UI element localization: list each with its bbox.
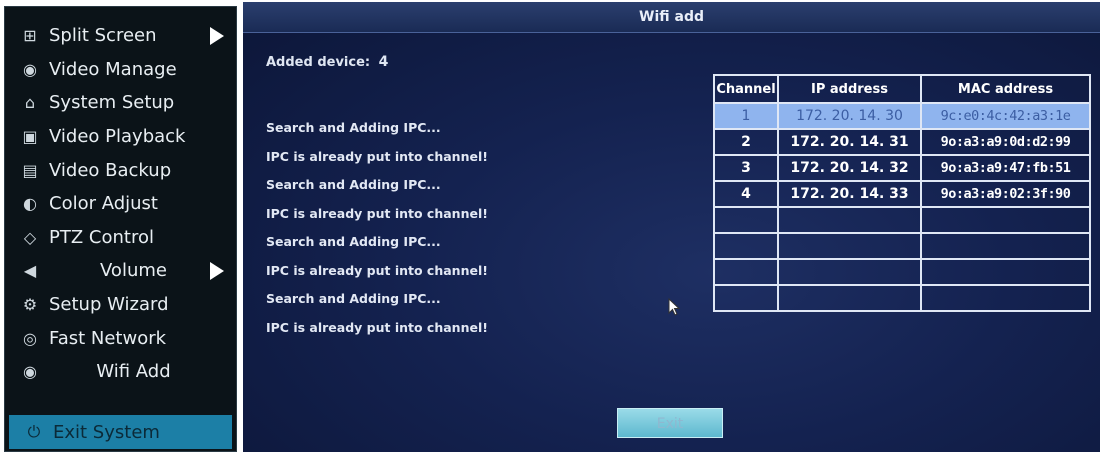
added-device-label: Added device: (266, 55, 371, 70)
table-row[interactable]: 3 172. 20. 14. 32 9o:a3:a9:47:fb:51 (713, 154, 1091, 182)
cell-ip: 172. 20. 14. 33 (777, 180, 922, 208)
menu-item-setup-wizard[interactable]: ⚙ Setup Wizard (5, 288, 236, 322)
grid-icon: ⊞ (23, 26, 37, 46)
cell-mac: 9o:a3:a9:47:fb:51 (920, 154, 1091, 182)
menu-item-exit-system[interactable]: ⏻ Exit System (9, 415, 232, 449)
column-header-ip: IP address (777, 74, 922, 104)
cell-mac (920, 232, 1091, 260)
cell-channel: 3 (713, 154, 779, 182)
cell-channel (713, 206, 779, 234)
table-row[interactable] (713, 206, 1091, 234)
added-device-row: Added device: 4 (266, 54, 388, 70)
floppy-icon: ▤ (22, 160, 38, 180)
context-menu: ⊞ Split Screen ◉ Video Manage ⌂ System Setup ▣… (4, 6, 237, 452)
menu-item-label: Video Manage (49, 58, 177, 80)
cell-mac (920, 284, 1091, 312)
cell-channel (713, 284, 779, 312)
log-line: Search and Adding IPC... (266, 234, 441, 249)
menu-item-label: Setup Wizard (49, 294, 169, 316)
status-log: Search and Adding IPC... IPC is already p… (266, 114, 488, 342)
cell-ip: 172. 20. 14. 30 (777, 102, 922, 130)
menu-item-video-backup[interactable]: ▤ Video Backup (5, 153, 236, 187)
diamond-icon: ◇ (23, 227, 37, 247)
menu-item-label: Split Screen (49, 25, 157, 47)
menu-items: ⊞ Split Screen ◉ Video Manage ⌂ System Setup ▣… (5, 19, 236, 389)
log-line: IPC is already put into channel! (266, 205, 488, 221)
menu-item-label: Video Backup (49, 159, 172, 181)
menu-item-ptz-control[interactable]: ◇ PTZ Control (5, 221, 236, 255)
added-device-count: 4 (378, 54, 389, 70)
log-line: Search and Adding IPC... (266, 177, 441, 192)
gears-icon: ⚙ (22, 295, 38, 315)
log-line: IPC is already put into channel! (266, 148, 488, 164)
palette-icon: ◐ (23, 194, 37, 214)
table-row[interactable] (713, 232, 1091, 260)
menu-item-label: Exit System (53, 421, 160, 443)
globe-icon: ◎ (23, 328, 37, 348)
mouse-cursor-icon (668, 298, 680, 316)
menu-item-label: PTZ Control (49, 226, 154, 248)
power-icon: ⏻ (27, 422, 41, 441)
table-row[interactable]: 4 172. 20. 14. 33 9o:a3:a9:02:3f:90 (713, 180, 1091, 208)
channel-table: Channel IP address MAC address 1 172. 20.… (713, 74, 1091, 312)
cell-channel: 2 (713, 128, 779, 156)
log-line: IPC is already put into channel! (266, 262, 488, 278)
menu-item-label: System Setup (49, 92, 175, 114)
table-row[interactable]: 1 172. 20. 14. 30 9c:e0:4c:42:a3:1e (713, 102, 1091, 130)
menu-item-video-manage[interactable]: ◉ Video Manage (5, 53, 236, 87)
log-line: Search and Adding IPC... (266, 120, 441, 135)
cell-mac (920, 258, 1091, 286)
menu-item-volume[interactable]: ◀ Volume (5, 254, 236, 288)
cell-ip (777, 232, 922, 260)
menu-item-label: Fast Network (49, 327, 167, 349)
camera-icon: ◉ (23, 59, 37, 79)
cell-channel: 1 (713, 102, 779, 130)
cell-mac: 9o:a3:a9:02:3f:90 (920, 180, 1091, 208)
wifi-add-dialog: Wifi add Added device: 4 Search and Addi… (243, 2, 1100, 452)
table-row[interactable] (713, 258, 1091, 286)
exit-button[interactable]: Exit (617, 408, 723, 438)
camera-icon: ◉ (23, 362, 37, 382)
menu-item-label: Volume (100, 260, 167, 282)
cell-channel: 4 (713, 180, 779, 208)
menu-item-color-adjust[interactable]: ◐ Color Adjust (5, 187, 236, 221)
cell-ip (777, 284, 922, 312)
submenu-arrow-icon (210, 26, 224, 45)
cell-ip: 172. 20. 14. 31 (777, 128, 922, 156)
dialog-title: Wifi add (243, 2, 1100, 33)
menu-item-label: Wifi Add (96, 361, 171, 383)
cell-ip (777, 258, 922, 286)
menu-item-label: Color Adjust (49, 193, 158, 215)
column-header-channel: Channel (713, 74, 779, 104)
menu-item-video-playback[interactable]: ▣ Video Playback (5, 120, 236, 154)
table-row[interactable] (713, 284, 1091, 312)
speaker-icon: ◀ (23, 261, 37, 281)
cell-ip (777, 206, 922, 234)
cell-mac: 9c:e0:4c:42:a3:1e (920, 102, 1091, 130)
home-icon: ⌂ (24, 93, 36, 113)
menu-item-wifi-add[interactable]: ◉ Wifi Add (5, 355, 236, 389)
film-icon: ▣ (22, 127, 38, 147)
menu-item-fast-network[interactable]: ◎ Fast Network (5, 321, 236, 355)
cell-mac: 9o:a3:a9:0d:d2:99 (920, 128, 1091, 156)
submenu-arrow-icon (210, 261, 224, 280)
log-line: Search and Adding IPC... (266, 291, 441, 306)
cell-ip: 172. 20. 14. 32 (777, 154, 922, 182)
table-row[interactable]: 2 172. 20. 14. 31 9o:a3:a9:0d:d2:99 (713, 128, 1091, 156)
cell-mac (920, 206, 1091, 234)
log-line: IPC is already put into channel! (266, 319, 488, 335)
menu-item-split-screen[interactable]: ⊞ Split Screen (5, 19, 236, 53)
cell-channel (713, 258, 779, 286)
cell-channel (713, 232, 779, 260)
menu-item-label: Video Playback (49, 126, 186, 148)
menu-item-system-setup[interactable]: ⌂ System Setup (5, 86, 236, 120)
column-header-mac: MAC address (920, 74, 1091, 104)
